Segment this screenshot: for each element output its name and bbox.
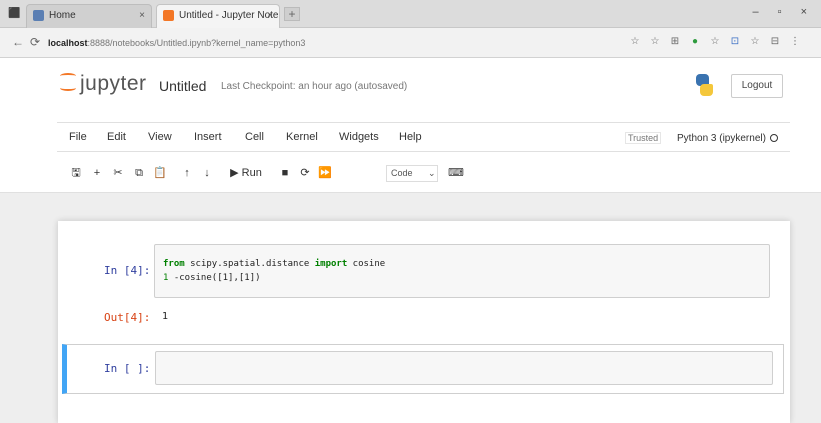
menu-insert[interactable]: Insert <box>194 131 222 143</box>
back-arrow-icon[interactable]: ← <box>12 35 24 49</box>
output-area: Out[4]: 1 <box>62 308 784 328</box>
menu-widgets[interactable]: Widgets <box>339 131 379 143</box>
folder-favicon-icon <box>33 10 44 21</box>
notebook-title[interactable]: Untitled <box>159 78 206 94</box>
favorites-icon[interactable]: ☆ <box>750 36 760 48</box>
jupyter-favicon-icon <box>163 10 174 21</box>
input-prompt: In [ ]: <box>104 362 151 375</box>
code-cell[interactable]: In [4]: from scipy.spatial.distance impo… <box>62 238 784 300</box>
browser-app-icon[interactable]: ⬛ <box>8 7 21 20</box>
output-prompt: Out[4]: <box>104 311 151 324</box>
tab-title: Home <box>49 10 76 21</box>
menu-kernel[interactable]: Kernel <box>286 131 318 143</box>
browser-tab-notebook[interactable]: Untitled - Jupyter Notebook × <box>156 4 280 28</box>
code-line: from scipy.spatial.distance import cosin… <box>163 259 386 269</box>
menu-edit[interactable]: Edit <box>107 131 126 143</box>
checkpoint-status: Last Checkpoint: an hour ago (autosaved) <box>221 81 408 92</box>
url-field[interactable]: localhost:8888/notebooks/Untitled.ipynb?… <box>48 34 618 52</box>
new-tab-button[interactable]: + <box>284 7 300 21</box>
grid-icon[interactable]: ⊞ <box>670 36 680 48</box>
kernel-name: Python 3 (ipykernel) <box>677 133 766 144</box>
url-path: :8888/notebooks/Untitled.ipynb?kernel_na… <box>87 38 306 48</box>
notebook-toolbar: 🖫 + ✂ ⧉ 📋 ↑ ↓ ▶ Run ■ ⟳ ⏩ Code ⌄ ⌨ <box>0 156 821 192</box>
jupyter-logo-icon[interactable] <box>60 71 78 95</box>
python-logo-icon <box>694 74 714 96</box>
paste-icon[interactable]: 📋 <box>153 164 167 182</box>
more-menu-icon[interactable]: ⋮ <box>790 36 800 48</box>
jupyter-brand[interactable]: jupyter <box>80 72 147 96</box>
url-host: localhost <box>48 38 88 48</box>
browser-tabstrip: ⬛ Home × Untitled - Jupyter Notebook × +… <box>0 0 821 28</box>
restart-icon[interactable]: ⟳ <box>298 164 312 182</box>
menu-view[interactable]: View <box>148 131 172 143</box>
input-prompt: In [4]: <box>104 264 151 277</box>
code-cell-selected[interactable]: In [ ]: <box>62 344 784 394</box>
run-button[interactable]: ▶ Run <box>224 164 268 182</box>
keyboard-icon[interactable]: ⌨ <box>448 164 464 182</box>
bookmark-icon[interactable]: ☆ <box>650 36 660 48</box>
output-text: 1 <box>162 311 169 322</box>
menu-cell[interactable]: Cell <box>245 131 264 143</box>
chevron-down-icon: ⌄ <box>428 168 436 178</box>
code-line: 1 -cosine([1],[1]) <box>163 273 261 283</box>
jupyter-header: jupyter Untitled Last Checkpoint: an hou… <box>0 58 821 116</box>
menubar: File Edit View Insert Cell Kernel Widget… <box>0 116 821 156</box>
menubar-container: File Edit View Insert Cell Kernel Widget… <box>57 122 790 152</box>
stop-icon[interactable]: ■ <box>278 164 292 182</box>
tab-close-icon[interactable]: × <box>139 5 145 27</box>
profile-icon[interactable]: ⊟ <box>770 36 780 48</box>
code-editor[interactable] <box>155 351 773 385</box>
extension-icons: ☆ ☆ ⊞ ● ☆ ⊡ ☆ ⊟ ⋮ <box>630 36 800 48</box>
tab-close-icon[interactable]: × <box>267 5 273 27</box>
kernel-idle-icon <box>769 134 778 142</box>
reload-icon[interactable]: ⟳ <box>30 35 40 49</box>
kernel-indicator[interactable]: Python 3 (ipykernel) <box>677 130 789 148</box>
move-up-icon[interactable]: ↑ <box>180 164 194 182</box>
star-icon[interactable]: ☆ <box>630 36 640 48</box>
logout-button[interactable]: Logout <box>731 74 783 98</box>
menu-help[interactable]: Help <box>399 131 422 143</box>
window-controls[interactable]: – ▫ × <box>752 6 815 18</box>
insert-cell-button[interactable]: + <box>90 164 104 182</box>
restart-run-all-icon[interactable]: ⏩ <box>318 164 332 182</box>
save-icon[interactable]: 🖫 <box>69 164 83 182</box>
code-editor[interactable]: from scipy.spatial.distance import cosin… <box>154 244 770 298</box>
copy-icon[interactable]: ⧉ <box>132 164 146 182</box>
address-bar: ← ⟳ localhost:8888/notebooks/Untitled.ip… <box>0 28 821 58</box>
cut-icon[interactable]: ✂ <box>111 164 125 182</box>
trusted-badge[interactable]: Trusted <box>625 132 662 144</box>
browser-tab-home[interactable]: Home × <box>26 4 152 28</box>
move-down-icon[interactable]: ↓ <box>200 164 214 182</box>
menu-file[interactable]: File <box>69 131 87 143</box>
collection-icon[interactable]: ☆ <box>710 36 720 48</box>
tab-title: Untitled - Jupyter Notebook <box>179 10 279 21</box>
share-icon[interactable]: ⊡ <box>730 36 740 48</box>
extension-green-icon[interactable]: ● <box>690 36 700 48</box>
